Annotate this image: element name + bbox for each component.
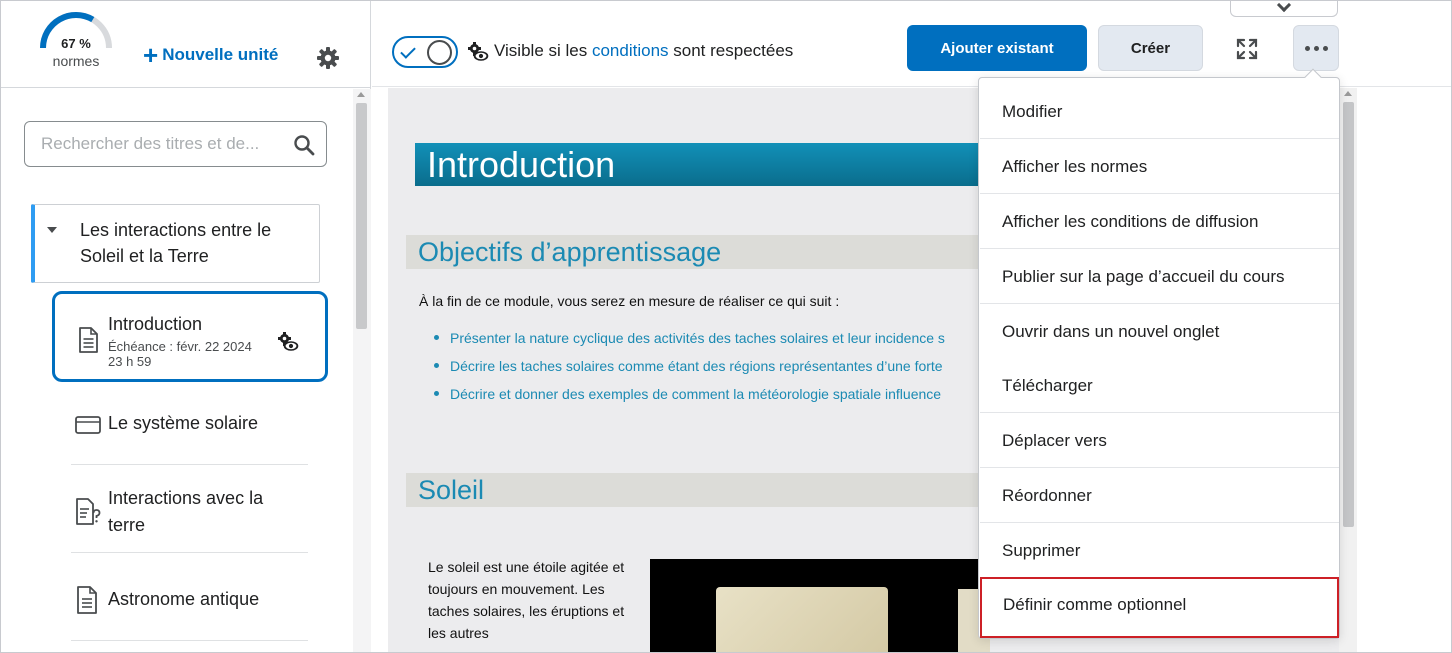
sidebar: 67 % normes + Nouvelle unité Rechercher … [1,1,371,652]
add-existing-button[interactable]: Ajouter existant [907,25,1087,71]
chevron-down-icon [1276,1,1292,13]
standards-progress-gauge[interactable]: 67 % normes [37,9,115,69]
topic-item-earth-interactions[interactable]: Interactions avec la terre [71,466,308,553]
progress-percent: 67 % [61,36,91,51]
menu-item-set-optional[interactable]: Définir comme optionnel [980,577,1339,638]
menu-item-view-standards[interactable]: Afficher les normes [980,139,1339,194]
menu-item-delete[interactable]: Supprimer [980,523,1339,578]
visibility-prefix: Visible si les [494,41,588,60]
scrollbar-thumb[interactable] [1343,102,1354,527]
list-item: Présenter la nature cyclique des activit… [434,328,945,356]
conditional-visibility-icon [468,42,489,61]
checkmark-icon [400,43,416,59]
conditional-visibility-icon [278,332,299,351]
menu-item-move-to[interactable]: Déplacer vers [980,413,1339,468]
sun-image [650,559,990,652]
menu-item-download[interactable]: Télécharger [980,358,1339,413]
sidebar-header: 67 % normes + Nouvelle unité [1,1,370,88]
unit-title: Les interactions entre le Soleil et la T… [80,220,272,266]
list-item: Décrire les taches solaires comme étant … [434,356,945,384]
photo-plate [716,587,888,652]
caret-down-icon[interactable] [47,227,57,233]
objectives-list: Présenter la nature cyclique des activit… [434,328,945,412]
fullscreen-expand-icon [1236,38,1258,60]
more-actions-button[interactable] [1293,25,1339,71]
quiz-icon [76,498,101,525]
create-button[interactable]: Créer [1098,25,1203,71]
visibility-toggle[interactable] [392,36,458,68]
scrollbar-thumb[interactable] [356,103,367,329]
more-actions-menu: Modifier Afficher les normes Afficher le… [978,68,1340,639]
content-toolbar: Visible si les conditions sont respectée… [372,1,1451,87]
intro-sentence: À la fin de ce module, vous serez en mes… [419,293,840,309]
app-window: 67 % normes + Nouvelle unité Rechercher … [0,0,1452,653]
menu-item-view-release-conditions[interactable]: Afficher les conditions de diffusion [980,194,1339,249]
document-icon [77,586,97,614]
list-item: Décrire et donner des exemples de commen… [434,384,945,412]
menu-item-reorder[interactable]: Réordonner [980,468,1339,523]
topic-item-label: Astronome antique [108,589,260,609]
menu-item-open-new-tab[interactable]: Ouvrir dans un nouvel onglet [980,304,1339,359]
search-icon[interactable] [293,134,315,156]
sidebar-scrollbar[interactable] [353,89,371,652]
visibility-suffix: sont respectées [673,41,794,60]
topic-item-ancient-astronomer[interactable]: Astronome antique [71,554,308,641]
sun-paragraph: Le soleil est une étoile agitée et toujo… [428,559,625,641]
card-icon [75,416,101,434]
menu-item-edit[interactable]: Modifier [980,84,1339,139]
menu-item-publish-course-home[interactable]: Publier sur la page d’accueil du cours [980,249,1339,304]
topic-due-date: Échéance : févr. 22 2024 23 h 59 [108,339,252,369]
fullscreen-button[interactable] [1234,36,1260,62]
search-box [24,121,327,167]
topic-title: Introduction [108,314,203,334]
scroll-up-arrow-icon[interactable] [357,92,365,97]
scroll-up-arrow-icon[interactable] [1344,91,1352,96]
settings-gear-button[interactable] [316,46,340,70]
visibility-status: Visible si les conditions sont respectée… [494,41,793,61]
ellipsis-icon [1305,46,1329,52]
topic-item-label: Le système solaire [108,413,259,433]
progress-label: normes [52,53,100,69]
search-input[interactable] [41,133,281,155]
gear-icon [317,47,339,69]
toggle-knob [427,40,452,65]
unit-item[interactable]: Les interactions entre le Soleil et la T… [31,204,320,283]
conditions-link[interactable]: conditions [592,41,669,60]
topic-item-label: Interactions avec la terre [108,488,264,535]
selected-topic-item[interactable]: Introduction Échéance : févr. 22 2024 23… [52,291,328,382]
new-unit-button[interactable]: + Nouvelle unité [143,40,279,70]
document-scrollbar[interactable] [1339,88,1357,652]
plus-icon: + [143,40,159,70]
topic-item-solar-system[interactable]: Le système solaire [71,396,308,465]
collapse-tab[interactable] [1230,1,1338,17]
document-icon [79,327,98,353]
new-unit-label: Nouvelle unité [162,45,279,64]
